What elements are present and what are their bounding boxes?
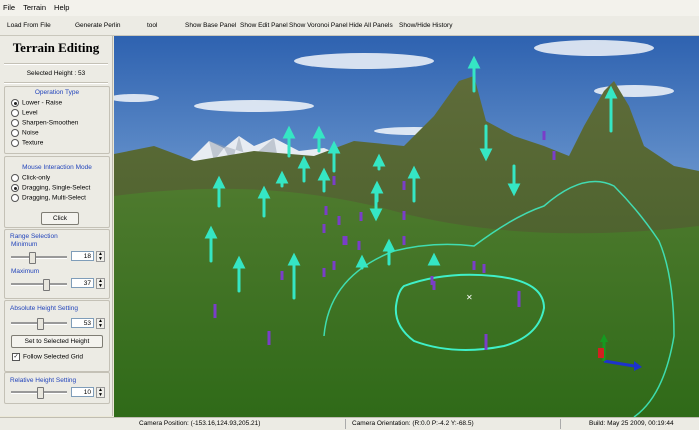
- maximum-label: Maximum: [11, 268, 40, 275]
- mouse-mode-title: Mouse Interaction Mode: [22, 164, 92, 171]
- menu-help[interactable]: Help: [50, 0, 73, 16]
- show-hide-history-button[interactable]: Show/Hide History: [399, 16, 452, 35]
- status-divider: [345, 419, 346, 429]
- panel-title: Terrain Editing: [12, 40, 100, 55]
- minimum-spin-arrows-icon[interactable]: ▲ ▼: [96, 251, 105, 262]
- relative-height-slider[interactable]: [11, 387, 67, 399]
- absolute-height-slider[interactable]: [11, 318, 67, 330]
- relative-spin-arrows-icon[interactable]: ▲ ▼: [96, 387, 105, 398]
- terrain-editing-panel: Terrain Editing Selected Height : 53 Ope…: [0, 36, 113, 416]
- maximum-spin-arrows-icon[interactable]: ▲ ▼: [96, 278, 105, 289]
- minimum-slider[interactable]: [11, 252, 67, 264]
- relative-height-title: Relative Height Setting: [10, 377, 77, 384]
- radio-lower-raise[interactable]: Lower - Raise: [11, 99, 62, 107]
- absolute-slider-thumb[interactable]: [37, 318, 44, 330]
- relative-height-group: Relative Height Setting 10 ▲ ▼: [4, 372, 110, 404]
- status-bar: Camera Position: (-153.16,124.93,205.21)…: [0, 417, 699, 430]
- selected-height-label: Selected Height : 53: [26, 70, 86, 77]
- absolute-height-group: Absolute Height Setting 53 ▲ ▼ Set to Sele…: [4, 300, 110, 372]
- load-from-file-button[interactable]: Load From File: [7, 16, 51, 35]
- absolute-height-title: Absolute Height Setting: [10, 305, 78, 312]
- minimum-slider-thumb[interactable]: [29, 252, 36, 264]
- hide-all-panels-button[interactable]: Hide All Panels: [349, 16, 393, 35]
- operation-type-group: Operation Type Lower - Raise Level Sharp…: [4, 86, 110, 154]
- menu-bar: File Terrain Help: [0, 0, 699, 16]
- operation-type-title: Operation Type: [34, 89, 80, 96]
- radio-dragging-single[interactable]: Dragging, Single-Select: [11, 184, 90, 192]
- camera-orientation: Camera Orientation: (R:0.0 P:-4.2 Y:-68.…: [352, 420, 474, 427]
- radio-texture[interactable]: Texture: [11, 139, 43, 147]
- range-selection-title: Range Selection: [10, 233, 58, 240]
- show-voronoi-panel-button[interactable]: Show Voronoi Panel: [289, 16, 348, 35]
- camera-position: Camera Position: (-153.16,124.93,205.21): [139, 420, 261, 427]
- generate-perlin-button[interactable]: Generate Perlin: [75, 16, 121, 35]
- radio-click-only[interactable]: Click-only: [11, 174, 50, 182]
- minimum-spinbox[interactable]: 18 ▲ ▼: [71, 251, 107, 262]
- radio-selected-indicator: [11, 99, 19, 107]
- radio-noise[interactable]: Noise: [11, 129, 39, 137]
- minimum-label: Minimum: [11, 241, 38, 248]
- show-edit-panel-button[interactable]: Show Edit Panel: [240, 16, 288, 35]
- follow-selected-grid-checkbox[interactable]: ✓ Follow Selected Grid: [12, 353, 83, 361]
- tool-menu-button[interactable]: tool: [147, 16, 157, 35]
- radio-sharpen-smoothen[interactable]: Sharpen-Smoothen: [11, 119, 78, 127]
- terrain-3d-viewport[interactable]: ✕: [114, 36, 699, 417]
- absolute-height-spinbox[interactable]: 53 ▲ ▼: [71, 318, 107, 329]
- radio-dragging-multi[interactable]: Dragging, Multi-Select: [11, 194, 86, 202]
- build-info: Build: May 25 2009, 00:19:44: [589, 420, 674, 427]
- range-selection-group: Range Selection Minimum 18 ▲ ▼ Maximum 37 ▲…: [4, 229, 110, 299]
- height-divider: [4, 82, 108, 84]
- checkbox-checked-icon: ✓: [12, 353, 20, 361]
- click-button[interactable]: Click: [41, 212, 79, 225]
- toolbar: Load From File Generate Perlin tool Show…: [0, 16, 699, 36]
- absolute-spin-arrows-icon[interactable]: ▲ ▼: [96, 318, 105, 329]
- terrain-render[interactable]: ✕: [114, 36, 699, 417]
- maximum-slider[interactable]: [11, 279, 67, 291]
- menu-terrain[interactable]: Terrain: [19, 0, 50, 16]
- relative-slider-thumb[interactable]: [37, 387, 44, 399]
- maximum-spinbox[interactable]: 37 ▲ ▼: [71, 278, 107, 289]
- maximum-slider-thumb[interactable]: [43, 279, 50, 291]
- menu-file[interactable]: File: [0, 0, 19, 16]
- cursor-crosshair-icon: ✕: [466, 293, 473, 302]
- show-base-panel-button[interactable]: Show Base Panel: [185, 16, 236, 35]
- mouse-interaction-group: Mouse Interaction Mode Click-only Draggi…: [4, 156, 110, 228]
- radio-level[interactable]: Level: [11, 109, 38, 117]
- status-divider: [560, 419, 561, 429]
- title-divider: [4, 63, 108, 65]
- set-to-selected-height-button[interactable]: Set to Selected Height: [11, 335, 103, 348]
- relative-height-spinbox[interactable]: 10 ▲ ▼: [71, 387, 107, 398]
